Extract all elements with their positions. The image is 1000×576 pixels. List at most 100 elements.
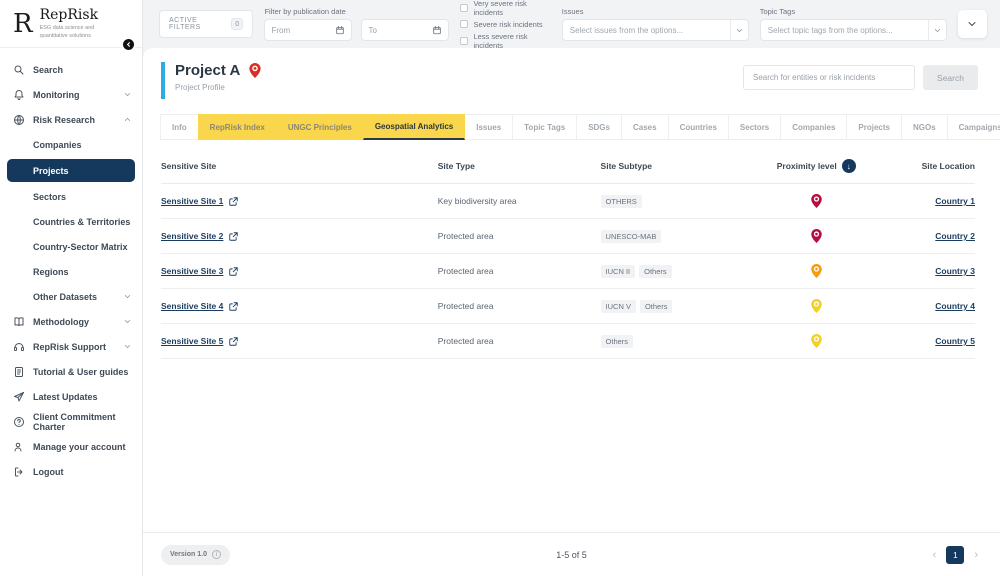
card-footer: Version 1.0 i 1-5 of 5 ‹ 1 › xyxy=(143,532,1000,576)
tab-topic-tags[interactable]: Topic Tags xyxy=(512,114,578,140)
sidebar-item-logout[interactable]: Logout xyxy=(0,459,142,484)
checkbox-icon[interactable] xyxy=(460,20,469,28)
checkbox-icon[interactable] xyxy=(460,3,469,12)
checkbox-severe[interactable]: Severe risk incidents xyxy=(460,20,550,29)
topic-tags-select[interactable]: Select topic tags from the options... xyxy=(759,19,947,41)
tab-sdgs[interactable]: SDGs xyxy=(576,114,622,140)
calendar-icon[interactable] xyxy=(432,25,442,35)
next-page-button[interactable]: › xyxy=(974,549,978,561)
sidebar-item-projects[interactable]: Projects xyxy=(7,159,135,182)
date-to-input[interactable] xyxy=(368,25,429,35)
chevron-down-icon[interactable] xyxy=(729,20,748,40)
tab-campaigns[interactable]: Campaigns xyxy=(946,114,1000,140)
country-link[interactable]: Country 3 xyxy=(935,266,975,276)
sensitive-site-link[interactable]: Sensitive Site 1 xyxy=(161,196,223,206)
date-from-field[interactable] xyxy=(264,19,353,41)
tab-issues[interactable]: Issues xyxy=(464,114,514,140)
sidebar-item-reprisk-support[interactable]: RepRisk Support xyxy=(0,334,142,359)
date-to-field[interactable] xyxy=(361,19,450,41)
proximity-pin-icon[interactable] xyxy=(811,194,822,208)
site-type: Protected area xyxy=(437,266,494,276)
site-subtype-badge: Others xyxy=(639,299,673,313)
tab-projects[interactable]: Projects xyxy=(846,114,902,140)
sidebar-item-label: Manage your account xyxy=(33,441,126,452)
sensitive-site-link[interactable]: Sensitive Site 4 xyxy=(161,301,223,311)
proximity-pin-icon[interactable] xyxy=(811,264,822,278)
tab-companies[interactable]: Companies xyxy=(780,114,848,140)
filter-bar-collapse-button[interactable] xyxy=(957,10,987,38)
site-type: Protected area xyxy=(437,301,494,311)
sidebar-item-label: Companies xyxy=(33,139,82,150)
table-row: Sensitive Site 5 Protected area Others C… xyxy=(161,324,975,359)
sensitive-site-link[interactable]: Sensitive Site 2 xyxy=(161,231,223,241)
sensitive-site-link[interactable]: Sensitive Site 3 xyxy=(161,266,223,276)
tab-ngos[interactable]: NGOs xyxy=(900,114,948,140)
sidebar-item-label: Methodology xyxy=(33,316,89,327)
topic-tags-placeholder: Select topic tags from the options... xyxy=(767,25,893,35)
external-link-icon[interactable] xyxy=(229,196,239,206)
sidebar-item-client-commitment-charter[interactable]: Client Commitment Charter xyxy=(0,409,142,434)
search-button[interactable]: Search xyxy=(923,65,978,90)
proximity-pin-icon[interactable] xyxy=(811,229,822,243)
proximity-pin-icon[interactable] xyxy=(811,299,822,313)
previous-page-button[interactable]: ‹ xyxy=(933,549,937,561)
title-accent-bar xyxy=(161,62,165,99)
info-icon[interactable]: i xyxy=(211,550,221,559)
sidebar-item-country-sector-matrix[interactable]: Country-Sector Matrix xyxy=(0,234,142,259)
site-subtype-badge: Others xyxy=(600,334,634,348)
site-subtype-badge: IUCN II xyxy=(600,264,636,278)
date-from-input[interactable] xyxy=(271,25,332,35)
checkbox-very-severe[interactable]: Very severe risk incidents xyxy=(460,0,550,17)
country-link[interactable]: Country 2 xyxy=(935,231,975,241)
tab-ungc-principles[interactable]: UNGC Principles xyxy=(275,114,364,140)
chevron-down-icon[interactable] xyxy=(927,20,946,40)
sidebar-item-monitoring[interactable]: Monitoring xyxy=(0,82,142,107)
issues-select[interactable]: Select issues from the options... xyxy=(561,19,749,41)
site-type: Protected area xyxy=(437,336,494,346)
proximity-pin-icon[interactable] xyxy=(811,334,822,348)
external-link-icon[interactable] xyxy=(229,336,239,346)
publication-date-label: Filter by publication date xyxy=(264,7,346,16)
sidebar-item-label: Logout xyxy=(33,466,64,477)
active-filters-count-badge: 0 xyxy=(231,18,244,30)
sidebar-item-countries-territories[interactable]: Countries & Territories xyxy=(0,209,142,234)
sidebar-item-risk-research[interactable]: Risk Research xyxy=(0,107,142,132)
checkbox-icon[interactable] xyxy=(460,36,469,45)
sidebar-item-other-datasets[interactable]: Other Datasets xyxy=(0,284,142,309)
tab-info[interactable]: Info xyxy=(160,114,199,140)
tab-reprisk-index[interactable]: RepRisk Index xyxy=(197,114,277,140)
sidebar-item-sectors[interactable]: Sectors xyxy=(0,184,142,209)
tab-geospatial-analytics[interactable]: Geospatial Analytics xyxy=(362,114,466,140)
sort-descending-icon[interactable]: ↓ xyxy=(841,159,856,173)
tab-cases[interactable]: Cases xyxy=(620,114,669,140)
book-icon xyxy=(13,316,25,328)
checkbox-less-severe[interactable]: Less severe risk incidents xyxy=(460,32,550,50)
calendar-icon[interactable] xyxy=(335,25,345,35)
country-link[interactable]: Country 1 xyxy=(935,196,975,206)
country-link[interactable]: Country 4 xyxy=(935,301,975,311)
sidebar-item-methodology[interactable]: Methodology xyxy=(0,309,142,334)
sidebar-item-tutorial-user-guides[interactable]: Tutorial & User guides xyxy=(0,359,142,384)
sidebar-item-search[interactable]: Search xyxy=(0,57,142,82)
entity-search-input[interactable] xyxy=(743,65,915,90)
external-link-icon[interactable] xyxy=(229,301,239,311)
globe-icon xyxy=(13,114,25,126)
column-proximity-level: Proximity level xyxy=(776,161,837,171)
sensitive-site-link[interactable]: Sensitive Site 5 xyxy=(161,336,223,346)
sidebar-item-manage-account[interactable]: Manage your account xyxy=(0,434,142,459)
page-subtitle: Project Profile xyxy=(175,83,225,92)
sidebar-item-latest-updates[interactable]: Latest Updates xyxy=(0,384,142,409)
sidebar-item-label: Risk Research xyxy=(33,114,96,125)
sidebar-collapse-button[interactable] xyxy=(121,37,136,52)
external-link-icon[interactable] xyxy=(229,266,239,276)
sidebar-item-companies[interactable]: Companies xyxy=(0,132,142,157)
external-link-icon[interactable] xyxy=(229,231,239,241)
active-filters-button[interactable]: ACTIVE FILTERS 0 xyxy=(159,10,254,38)
country-link[interactable]: Country 5 xyxy=(935,336,975,346)
sidebar-item-regions[interactable]: Regions xyxy=(0,259,142,284)
tab-countries[interactable]: Countries xyxy=(667,114,729,140)
page-number-button[interactable]: 1 xyxy=(946,545,965,564)
tab-sectors[interactable]: Sectors xyxy=(727,114,782,140)
table-row: Sensitive Site 3 Protected area IUCN II … xyxy=(161,254,975,289)
page-title: Project A xyxy=(175,62,241,79)
